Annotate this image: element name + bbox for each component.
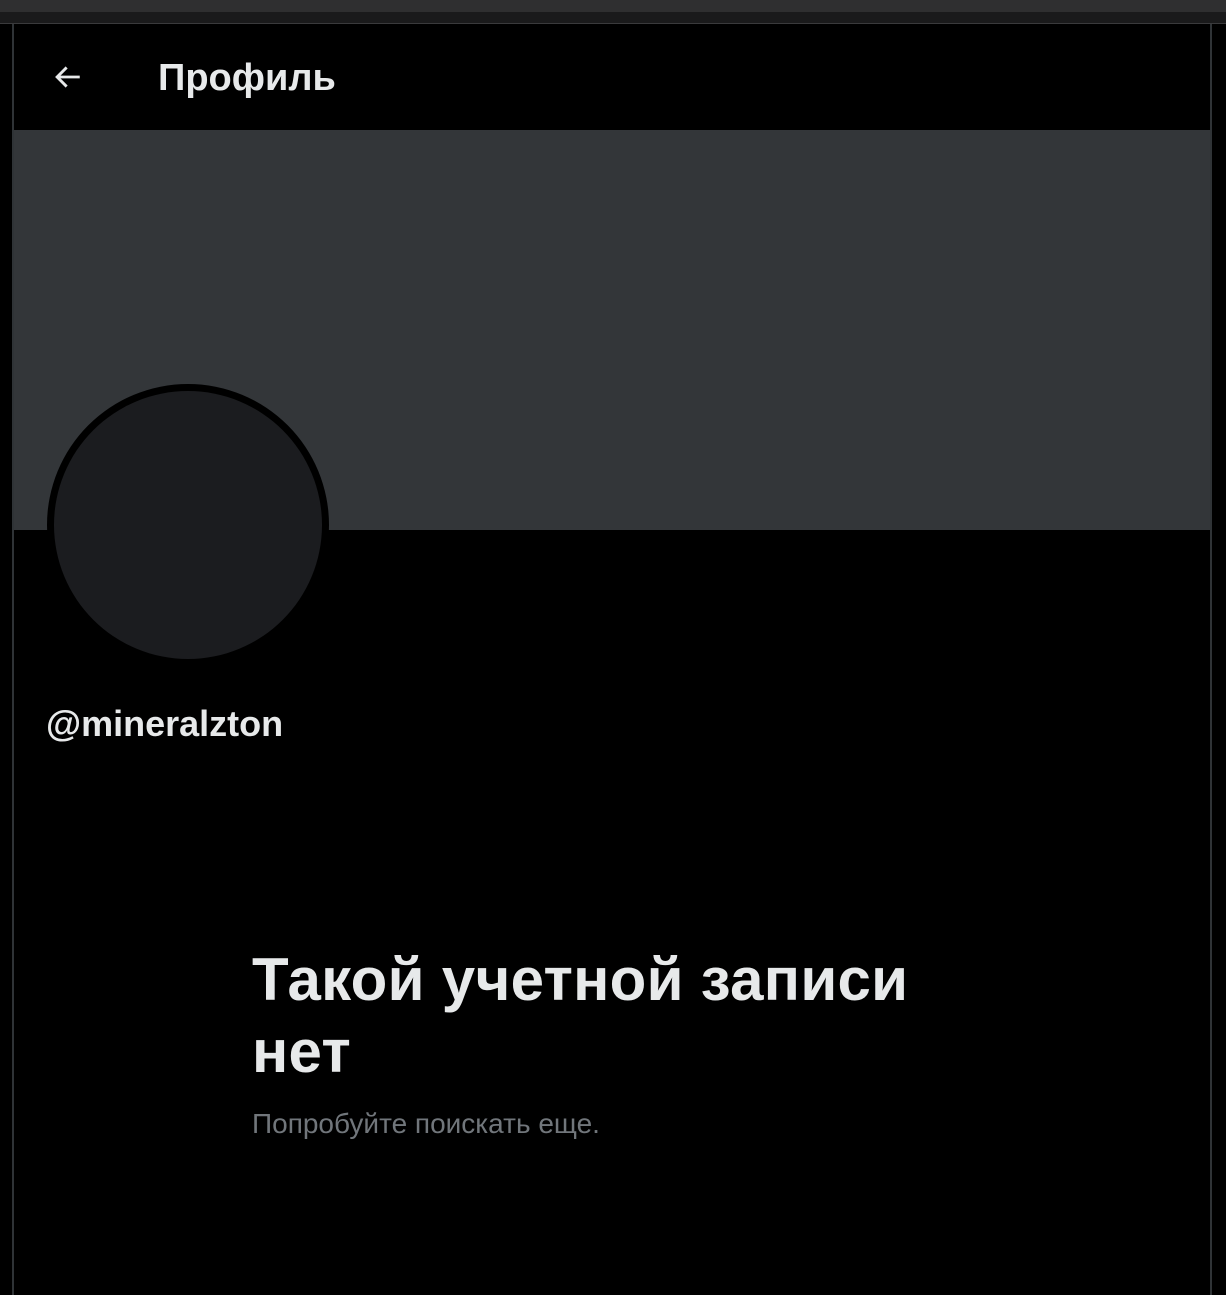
profile-column: Профиль @mineralzton Такой учетной запис…	[12, 24, 1212, 1295]
avatar	[47, 384, 329, 666]
profile-header: Профиль	[14, 24, 1210, 130]
browser-top-strip	[0, 0, 1226, 12]
profile-handle: @mineralzton	[46, 703, 284, 744]
empty-state-subtitle: Попробуйте поискать еще.	[252, 1108, 600, 1139]
back-button[interactable]	[42, 52, 92, 102]
page-title: Профиль	[158, 57, 336, 99]
avatar-placeholder	[54, 391, 322, 659]
browser-top-divider	[0, 12, 1226, 24]
empty-state: Такой учетной записи нет Попробуйте поис…	[252, 944, 972, 1142]
empty-state-title: Такой учетной записи нет	[252, 946, 909, 1085]
arrow-left-icon	[55, 66, 80, 88]
